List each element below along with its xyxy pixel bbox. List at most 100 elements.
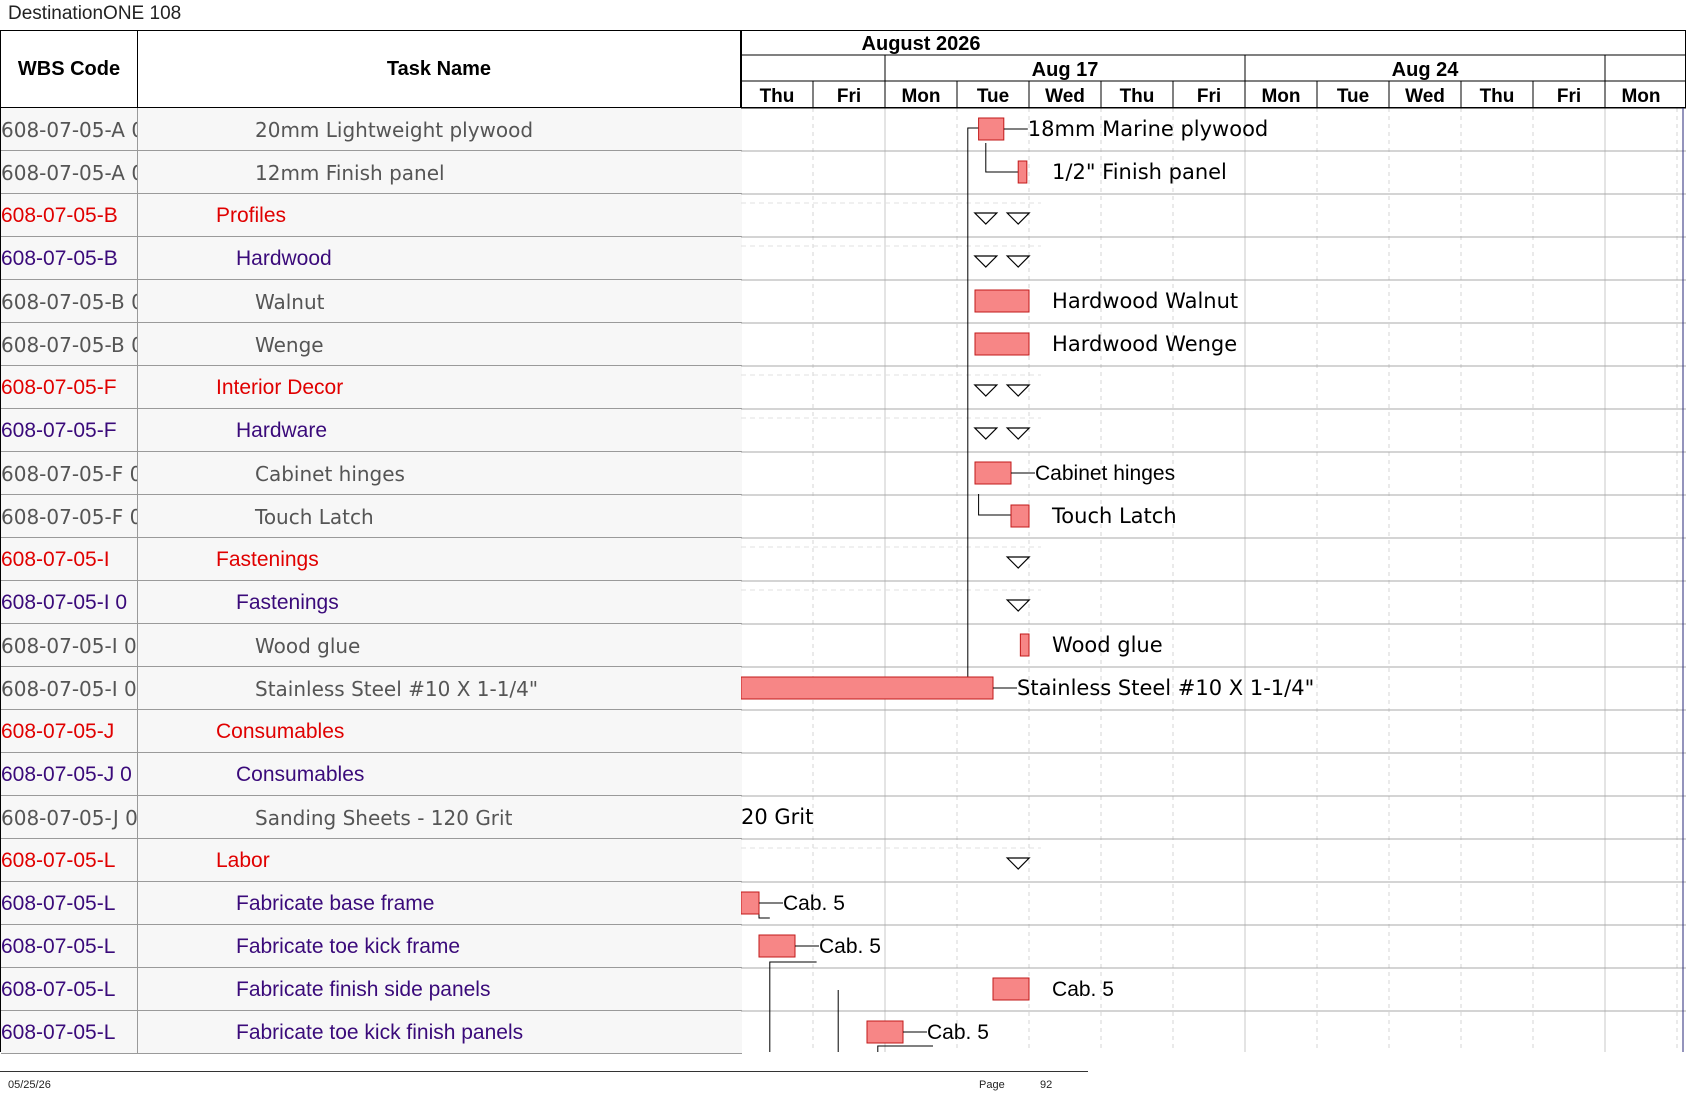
timescale-header: August 2026 Aug 17 Aug 24 Thu Fri Mon Tue Wed Th… (741, 30, 1686, 108)
day-label: Fri (1557, 86, 1581, 107)
summary-marker (973, 255, 999, 268)
wbs-code-cell: 608-07-05-L (1, 848, 116, 872)
task-name-cell: Wenge (255, 332, 324, 357)
task-name-cell: Hardwood (236, 246, 332, 270)
bar-label: Cab. 5 (1052, 978, 1114, 1001)
summary-marker (1005, 212, 1031, 225)
gantt-chart: 18mm Marine plywood 1/2" Finish panel Hard… (741, 108, 1686, 1052)
task-bar (978, 117, 1005, 141)
table-row[interactable]: 608-07-05-F Hardware (1, 409, 742, 452)
summary-marker (1005, 427, 1031, 440)
wbs-code-cell: 608-07-05-F 0 (1, 504, 137, 529)
task-column-header[interactable]: Task Name (137, 30, 741, 108)
week-label: Aug 24 (1392, 59, 1460, 81)
day-label: Wed (1405, 86, 1445, 107)
bar-label: Cab. 5 (783, 892, 845, 915)
task-name-cell: Cabinet hinges (255, 461, 405, 486)
bar-label: 1/2" Finish panel (1052, 160, 1227, 184)
task-bar (741, 676, 994, 700)
dependency-line (985, 143, 1019, 173)
task-name-cell: Fabricate base frame (236, 891, 435, 915)
table-row[interactable]: 608-07-05-I 01 Wood glue (1, 624, 742, 667)
dependency-line (978, 494, 1011, 516)
dependency-line (758, 903, 770, 919)
table-row[interactable]: 608-07-05-L Fabricate base frame (1, 882, 742, 925)
bar-label: Wood glue (1052, 633, 1163, 657)
table-row[interactable]: 608-07-05-L Labor (1, 839, 742, 882)
wbs-code-cell: 608-07-05-F (1, 375, 117, 399)
task-bar (974, 461, 1012, 485)
task-name-cell: Walnut (255, 289, 325, 314)
table-row[interactable]: 608-07-05-L Fabricate finish side panels (1, 968, 742, 1011)
table-row[interactable]: 608-07-05-I 01 Stainless Steel #10 X 1-1/… (1, 667, 742, 710)
day-label: Mon (1621, 86, 1660, 107)
table-row[interactable]: 608-07-05-F 0 Cabinet hinges (1, 452, 742, 495)
wbs-code-cell: 608-07-05-J 0 (1, 762, 132, 786)
wbs-code-cell: 608-07-05-L (1, 891, 116, 915)
bar-label: Cab. 5 (927, 1021, 989, 1044)
gantt-sheet: WBS Code Task Name August 2026 Aug 17 Aug … (0, 30, 1686, 1054)
dependency-line (877, 1045, 933, 1052)
bar-label: Cabinet hinges (1035, 462, 1175, 485)
week-label: Aug 17 (1032, 59, 1099, 81)
task-name-cell: Fabricate toe kick frame (236, 934, 461, 958)
task-name-cell: Fastenings (216, 547, 319, 571)
task-name-cell: Consumables (216, 719, 345, 743)
table-row[interactable]: 608-07-05-L Fabricate toe kick finish pan… (1, 1011, 742, 1054)
dependency-line (769, 961, 817, 1052)
task-bar (992, 977, 1030, 1001)
wbs-code-cell: 608-07-05-F 0 (1, 461, 137, 486)
month-label: August 2026 (862, 33, 981, 55)
day-label: Thu (1480, 86, 1515, 107)
summary-marker (973, 427, 999, 440)
task-name-cell: 12mm Finish panel (255, 160, 445, 185)
table-row[interactable]: 608-07-05-L Fabricate toe kick frame (1, 925, 742, 968)
table-row[interactable]: 608-07-05-J 01 Sanding Sheets - 120 Grit (1, 796, 742, 839)
task-name-cell: Wood glue (255, 633, 361, 658)
day-label: Fri (837, 86, 861, 107)
table-row[interactable]: 608-07-05-I Fastenings (1, 538, 742, 581)
day-label: Wed (1045, 86, 1085, 107)
task-table: 608-07-05-A 0 20mm Lightweight plywood 608… (0, 108, 742, 1054)
footer-page-number: 92 (1040, 1079, 1053, 1091)
task-name-cell: Profiles (216, 203, 287, 227)
table-row[interactable]: 608-07-05-B Hardwood (1, 237, 742, 280)
task-bar (758, 934, 796, 958)
table-row[interactable]: 608-07-05-B 0 Walnut (1, 280, 742, 323)
day-label: Tue (1337, 86, 1369, 107)
day-label: Thu (760, 86, 795, 107)
task-name-cell: Fabricate finish side panels (236, 977, 491, 1001)
task-bar (741, 891, 760, 915)
dependency-line (967, 127, 993, 689)
day-label: Tue (977, 86, 1009, 107)
document-title: DestinationONE 108 (8, 3, 182, 24)
table-row[interactable]: 608-07-05-J 0 Consumables (1, 753, 742, 796)
task-name-cell: Touch Latch (255, 504, 374, 529)
summary-marker (973, 212, 999, 225)
table-row[interactable]: 608-07-05-J Consumables (1, 710, 742, 753)
day-label: Mon (901, 86, 940, 107)
task-bar (1017, 160, 1028, 184)
day-label: Mon (1261, 86, 1300, 107)
wbs-code-cell: 608-07-05-I 01 (1, 633, 137, 658)
wbs-code-cell: 608-07-05-A 0 (1, 160, 137, 185)
task-name-cell: Fastenings (236, 590, 339, 614)
wbs-column-header[interactable]: WBS Code (0, 30, 137, 108)
wbs-code-cell: 608-07-05-L (1, 934, 116, 958)
table-row[interactable]: 608-07-05-B 0 Wenge (1, 323, 742, 366)
bar-label: Cab. 5 (819, 935, 881, 958)
table-row[interactable]: 608-07-05-F 0 Touch Latch (1, 495, 742, 538)
wbs-code-cell: 608-07-05-J (1, 719, 115, 743)
wbs-code-cell: 608-07-05-L (1, 1020, 116, 1044)
task-name-cell: Consumables (236, 762, 365, 786)
task-bar (866, 1020, 904, 1044)
table-row[interactable]: 608-07-05-A 0 20mm Lightweight plywood (1, 108, 742, 151)
footer-date: 05/25/26 (8, 1079, 51, 1091)
day-label: Thu (1120, 86, 1155, 107)
table-row[interactable]: 608-07-05-B Profiles (1, 194, 742, 237)
table-row[interactable]: 608-07-05-F Interior Decor (1, 366, 742, 409)
task-bar (1019, 633, 1030, 657)
table-row[interactable]: 608-07-05-A 0 12mm Finish panel (1, 151, 742, 194)
table-row[interactable]: 608-07-05-I 0 Fastenings (1, 581, 742, 624)
task-name-cell: Fabricate toe kick finish panels (236, 1020, 524, 1044)
